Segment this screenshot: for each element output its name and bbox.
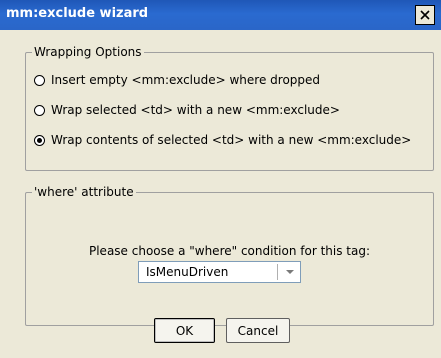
chevron-down-icon[interactable] [286,270,294,274]
where-prompt: Please choose a "where" condition for th… [88,244,370,258]
radio-button[interactable] [34,74,45,86]
cancel-button-label: Cancel [237,323,279,338]
ok-button-label: OK [175,323,194,338]
close-button[interactable] [415,5,435,25]
radio-button-checked[interactable] [34,134,45,146]
wrapping-options-group: Wrapping Options Insert empty <mm:exclud… [25,45,434,171]
where-condition-dropdown[interactable]: IsMenuDriven [138,261,301,283]
wrapping-options-legend: Wrapping Options [32,45,144,59]
radio-label: Wrap selected <td> with a new <mm:exclud… [51,103,340,117]
radio-button[interactable] [34,104,45,116]
dropdown-separator [277,264,278,280]
dropdown-value: IsMenuDriven [146,265,229,279]
close-icon [420,10,430,20]
exclude-wizard-dialog: mm:exclude wizard Wrapping Options Inser… [0,0,441,358]
radio-wrap-contents[interactable]: Wrap contents of selected <td> with a ne… [34,131,411,149]
where-attribute-group: 'where' attribute Please choose a "where… [25,185,434,326]
radio-insert-empty[interactable]: Insert empty <mm:exclude> where dropped [34,71,320,89]
window-title: mm:exclude wizard [6,6,149,21]
title-bar[interactable]: mm:exclude wizard [0,0,441,30]
where-attribute-legend: 'where' attribute [32,185,136,199]
ok-button[interactable]: OK [154,318,215,343]
radio-wrap-selected-td[interactable]: Wrap selected <td> with a new <mm:exclud… [34,101,340,119]
dialog-body: Wrapping Options Insert empty <mm:exclud… [3,30,438,355]
radio-label: Wrap contents of selected <td> with a ne… [51,133,412,147]
cancel-button[interactable]: Cancel [226,318,290,343]
radio-label: Insert empty <mm:exclude> where dropped [51,73,321,87]
